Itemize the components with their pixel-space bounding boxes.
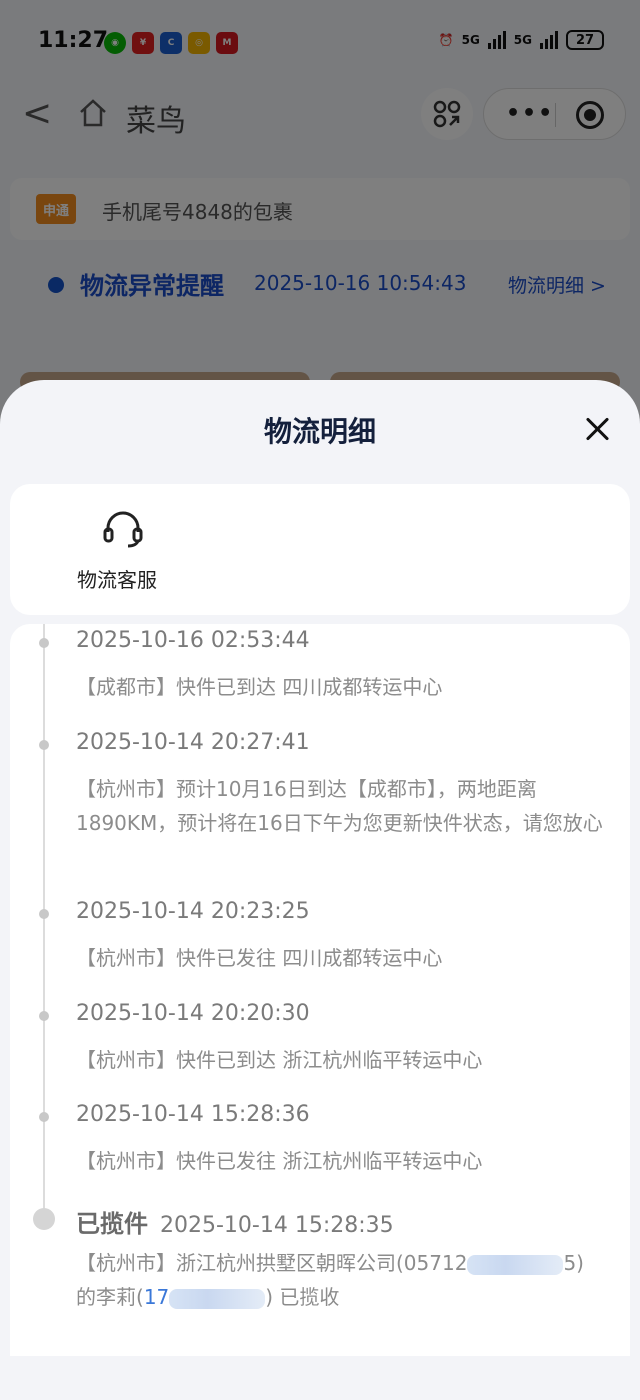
event-description: 【杭州市】浙江杭州拱墅区朝晖公司(05712 5) 的李莉(17 ) 已揽收 xyxy=(76,1246,616,1314)
redacted-blur xyxy=(169,1288,266,1309)
timeline-dot xyxy=(39,638,49,648)
customer-service-button[interactable]: 物流客服 xyxy=(62,510,172,600)
courier-phone-link[interactable]: 17 xyxy=(144,1285,169,1309)
logistics-detail-sheet: 物流明细 物流客服 2025-10-16 02:53:44 【成都市】快件已到达… xyxy=(0,380,640,1400)
event-heading: 已揽件 2025-10-14 15:28:35 xyxy=(76,1204,394,1239)
timeline-dot xyxy=(39,740,49,750)
headset-icon xyxy=(102,510,144,552)
event-desc-suffix: 5) xyxy=(563,1251,584,1275)
service-card: 物流客服 xyxy=(10,484,630,615)
event-description: 【杭州市】快件已发往 四川成都转运中心 xyxy=(76,946,443,970)
event-status: 已揽件 xyxy=(76,1210,148,1238)
event-description: 【杭州市】快件已到达 浙江杭州临平转运中心 xyxy=(76,1048,483,1072)
timeline-line xyxy=(43,624,45,1220)
event-description: 【成都市】快件已到达 四川成都转运中心 xyxy=(76,675,443,699)
customer-service-label: 物流客服 xyxy=(77,568,157,592)
event-desc-prefix: 【杭州市】浙江杭州拱墅区朝晖公司(05712 xyxy=(76,1251,468,1275)
event-time: 2025-10-14 15:28:36 xyxy=(76,1102,310,1127)
event-time: 2025-10-14 20:20:30 xyxy=(76,1001,310,1026)
event-time: 2025-10-14 20:23:25 xyxy=(76,899,310,924)
event-desc-line2-prefix: 的李莉( xyxy=(76,1285,144,1309)
event-description: 【杭州市】快件已发往 浙江杭州临平转运中心 xyxy=(76,1149,483,1173)
timeline-dot xyxy=(39,1011,49,1021)
event-time: 2025-10-14 15:28:35 xyxy=(160,1213,394,1238)
event-description: 【杭州市】预计10月16日到达【成都市】，两地距离1890KM，预计将在16日下… xyxy=(76,777,603,835)
redacted-blur xyxy=(467,1254,564,1275)
timeline-dot xyxy=(39,909,49,919)
timeline-dot-start xyxy=(33,1208,55,1230)
timeline-dot xyxy=(39,1112,49,1122)
event-desc-line2-suffix: ) 已揽收 xyxy=(265,1285,340,1309)
logistics-timeline: 2025-10-16 02:53:44 【成都市】快件已到达 四川成都转运中心 … xyxy=(10,624,630,1356)
sheet-title: 物流明细 xyxy=(263,415,376,448)
close-icon[interactable] xyxy=(578,410,618,450)
event-time: 2025-10-16 02:53:44 xyxy=(76,628,310,653)
event-time: 2025-10-14 20:27:41 xyxy=(76,730,310,755)
